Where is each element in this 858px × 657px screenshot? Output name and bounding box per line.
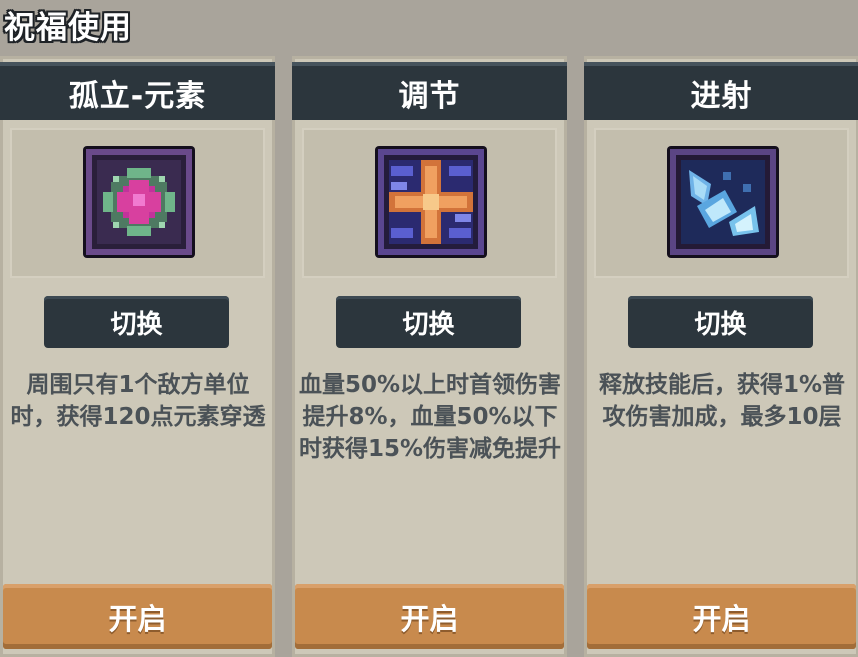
icon-frame — [10, 128, 265, 278]
orange-cross-icon[interactable] — [375, 146, 487, 258]
pink-gem-icon[interactable] — [83, 146, 195, 258]
enable-button[interactable]: 开启 — [587, 584, 856, 649]
card-description: 血量50%以上时首领伤害提升8%，血量50%以下时获得15%伤害减免提升 — [298, 372, 562, 462]
card-description: 周围只有1个敌方单位时，获得120点元素穿透 — [10, 372, 266, 430]
blessing-card-1: 孤立-元素 切换 周围只有1个敌方单位时，获得120点元素穿透 开启 — [0, 56, 275, 657]
blessing-cards: 孤立-元素 切换 周围只有1个敌方单位时，获得120点元素穿透 开启 调节 切换… — [0, 56, 858, 657]
switch-button[interactable]: 切换 — [44, 296, 229, 348]
blue-shards-icon[interactable] — [667, 146, 779, 258]
switch-button[interactable]: 切换 — [628, 296, 813, 348]
card-title: 进射 — [584, 62, 858, 120]
blessing-card-2: 调节 切换 血量50%以上时首领伤害提升8%，血量50%以下时获得15%伤害减免… — [292, 56, 567, 657]
enable-button[interactable]: 开启 — [3, 584, 272, 649]
blessing-card-3: 进射 切换 释放技能后，获得1%普攻伤害加成，最多10层 开启 — [584, 56, 858, 657]
icon-frame — [302, 128, 557, 278]
enable-button[interactable]: 开启 — [295, 584, 564, 649]
switch-button[interactable]: 切换 — [336, 296, 521, 348]
icon-frame — [594, 128, 849, 278]
card-description: 释放技能后，获得1%普攻伤害加成，最多10层 — [598, 372, 846, 430]
page-title: 祝福使用 — [4, 10, 132, 46]
card-title: 调节 — [292, 62, 567, 120]
card-title: 孤立-元素 — [0, 62, 275, 120]
